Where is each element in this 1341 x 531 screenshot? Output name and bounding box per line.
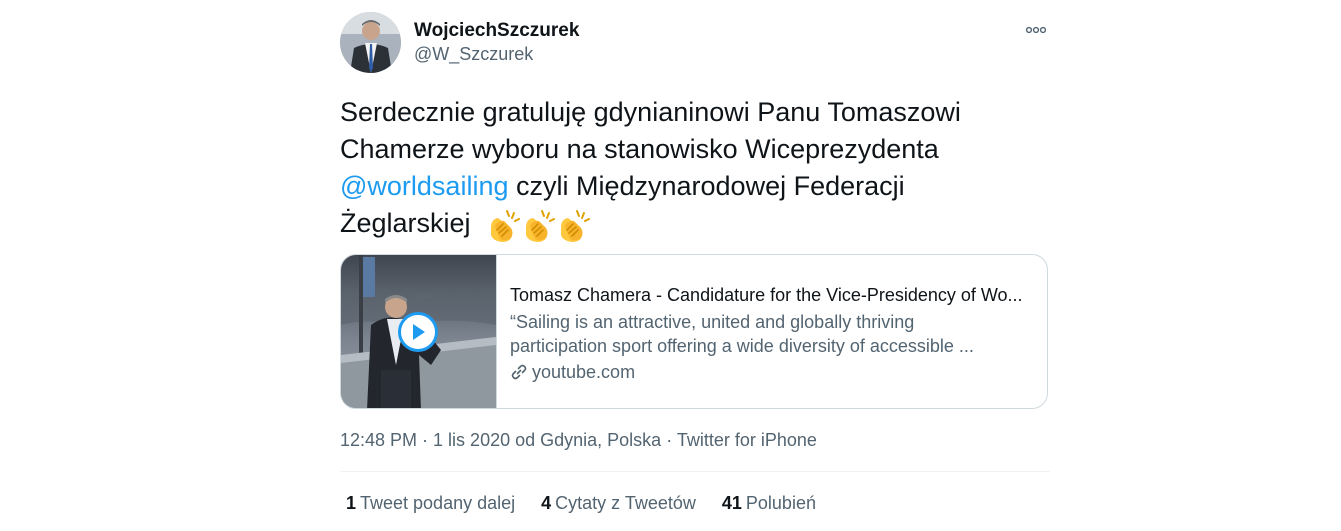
avatar[interactable] [340,12,401,73]
clapping-hands-icon [490,209,520,242]
video-thumbnail[interactable] [341,255,497,408]
retweets-count: 1 [346,493,357,513]
tweet-date-place[interactable]: 1 lis 2020 od Gdynia, Polska [433,430,661,450]
card-description: “Sailing is an attractive, united and gl… [510,312,974,356]
quotes-stat[interactable]: 4 Cytaty z Tweetów [541,493,696,514]
more-icon [1026,26,1046,34]
divider [340,471,1050,472]
meta-separator: · [661,430,677,450]
card-title: Tomasz Chamera - Candidature for the Vic… [510,285,1023,305]
tweet-client[interactable]: Twitter for iPhone [677,430,817,450]
link-icon [511,364,527,380]
likes-label: Polubień [745,493,816,513]
retweets-label: Tweet podany dalej [360,493,516,513]
play-icon [413,324,425,340]
author-handle[interactable]: @W_Szczurek [414,44,533,65]
likes-count: 41 [721,493,742,513]
clapping-hands-icon [560,209,590,242]
tweet-meta: 12:48 PM · 1 lis 2020 od Gdynia, Polska … [340,430,817,451]
card-domain-text: youtube.com [532,362,636,382]
more-options-button[interactable] [1024,18,1048,42]
link-preview-card[interactable]: Tomasz Chamera - Candidature for the Vic… [340,254,1048,409]
likes-stat[interactable]: 41 Polubień [722,493,816,514]
author-display-name[interactable]: WojciechSzczurek [414,20,579,42]
clapping-hands-icon [525,209,555,242]
tweet: WojciechSzczurek @W_Szczurek Serdecznie … [340,0,1050,531]
meta-separator: · [417,430,434,450]
quotes-count: 4 [541,493,552,513]
tweet-stats: 1 Tweet podany dalej 4 Cytaty z Tweetów 41… [346,493,842,514]
card-body: Tomasz Chamera - Candidature for the Vic… [510,283,1040,384]
tweet-time[interactable]: 12:48 PM [340,430,417,450]
emoji-group [485,206,590,244]
mention-link[interactable]: @worldsailing [340,171,508,201]
card-domain: youtube.com [510,360,1040,384]
retweets-stat[interactable]: 1 Tweet podany dalej [346,493,515,514]
tweet-text: Serdecznie gratuluję gdynianinowi Panu T… [340,94,1040,244]
quotes-label: Cytaty z Tweetów [555,493,696,513]
tweet-text-part1: Serdecznie gratuluję gdynianinowi Panu T… [340,97,961,164]
play-button[interactable] [398,312,438,352]
